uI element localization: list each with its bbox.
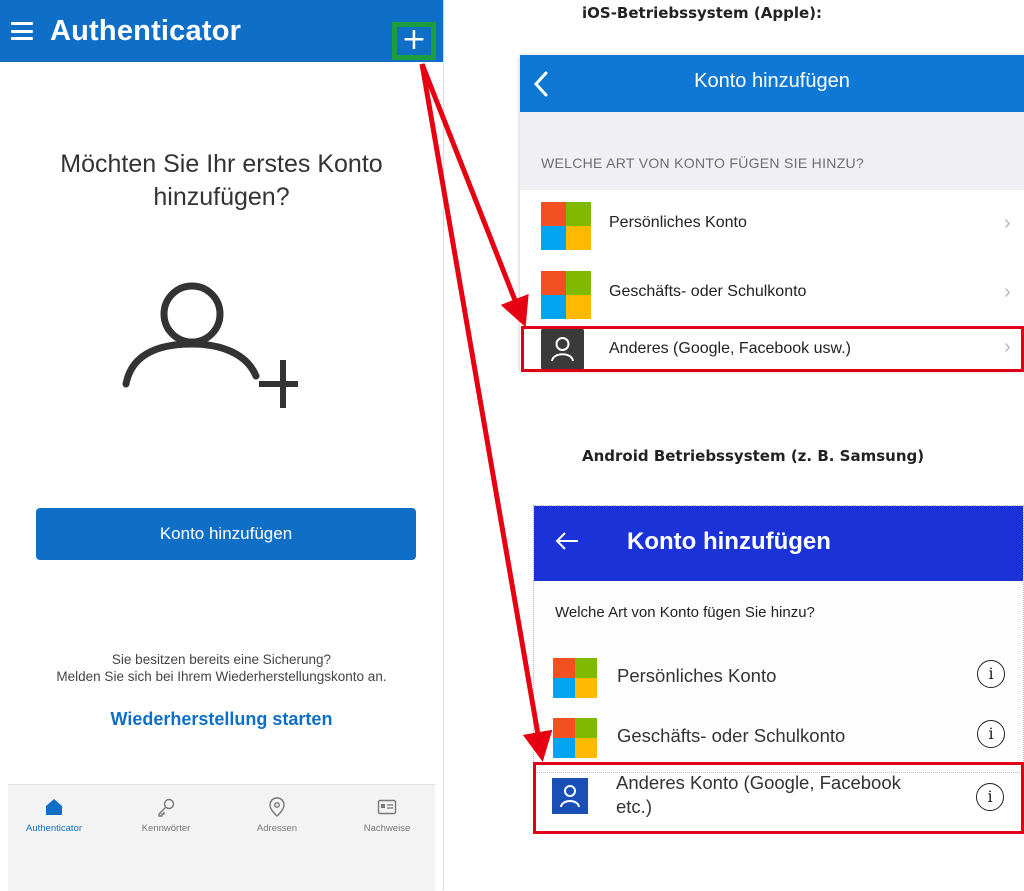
info-icon[interactable]: i (977, 720, 1005, 748)
nav-item-credentials[interactable]: Nachweise (341, 797, 433, 834)
ios-other-account-highlight (521, 326, 1024, 372)
first-account-prompt: Möchten Sie Ihr erstes Konto hinzufügen? (60, 150, 383, 211)
android-row-personal-account[interactable]: Persönliches Konto i (534, 646, 1023, 704)
ios-heading: iOS-Betriebssystem (Apple): (582, 4, 823, 22)
ios-add-account-screen: Konto hinzufügen WELCHE ART VON KONTO FÜ… (520, 55, 1024, 371)
nav-label: Kennwörter (141, 823, 191, 834)
android-row-work-school-account[interactable]: Geschäfts- oder Schulkonto i (534, 706, 1023, 764)
nav-item-addresses[interactable]: Adressen (231, 797, 323, 834)
app-header: Authenticator + (0, 0, 443, 62)
add-user-icon (122, 282, 298, 408)
hamburger-menu-icon[interactable] (11, 22, 33, 40)
app-title: Authenticator (50, 15, 242, 47)
row-label: Geschäfts- oder Schulkonto (617, 725, 846, 746)
ios-row-personal-account[interactable]: Persönliches Konto › (520, 190, 1024, 260)
backup-line-1: Sie besitzen bereits eine Sicherung? (111, 652, 332, 667)
nav-item-authenticator[interactable]: Authenticator (8, 797, 100, 834)
chevron-right-icon: › (1004, 212, 1011, 234)
microsoft-logo-icon (541, 271, 591, 319)
android-header: Konto hinzufügen (534, 506, 1023, 581)
bottom-navigation: Authenticator Kennwörter Adressen Nachwe… (8, 784, 435, 891)
backup-info: Sie besitzen bereits eine Sicherung? Mel… (10, 651, 433, 685)
nav-item-passwords[interactable]: Kennwörter (120, 797, 212, 834)
back-arrow-icon[interactable] (554, 530, 580, 552)
row-label: Persönliches Konto (609, 214, 747, 231)
home-icon (46, 799, 62, 815)
row-label: Persönliches Konto (617, 665, 777, 686)
chevron-right-icon: › (1004, 281, 1011, 303)
android-other-account-highlight (533, 762, 1024, 834)
key-icon (158, 798, 175, 817)
android-title: Konto hinzufügen (627, 528, 831, 555)
nav-label: Adressen (256, 823, 298, 834)
ios-row-work-school-account[interactable]: Geschäfts- oder Schulkonto › (520, 259, 1024, 329)
ios-header: Konto hinzufügen (520, 55, 1024, 112)
ios-title: Konto hinzufügen (694, 70, 850, 92)
backup-line-2: Melden Sie sich bei Ihrem Wiederherstell… (56, 669, 387, 684)
ios-section-label: WELCHE ART VON KONTO FÜGEN SIE HINZU? (541, 155, 865, 171)
microsoft-logo-icon (553, 658, 597, 698)
nav-label: Nachweise (363, 823, 411, 834)
start-recovery-link[interactable]: Wiederherstellung starten (10, 709, 433, 730)
location-pin-icon (269, 797, 285, 817)
authenticator-phone-screen: Authenticator + Möchten Sie Ihr erstes K… (0, 0, 444, 891)
nav-label: Authenticator (26, 823, 82, 834)
add-account-button[interactable]: Konto hinzufügen (36, 508, 416, 560)
add-account-plus-button[interactable]: + (392, 22, 436, 60)
android-add-account-screen: Konto hinzufügen Welche Art von Konto fü… (533, 505, 1024, 773)
microsoft-logo-icon (553, 718, 597, 758)
id-card-icon (377, 799, 397, 815)
row-label: Geschäfts- oder Schulkonto (609, 283, 807, 300)
android-heading: Android Betriebssystem (z. B. Samsung) (582, 447, 925, 465)
android-question: Welche Art von Konto fügen Sie hinzu? (555, 604, 815, 621)
microsoft-logo-icon (541, 202, 591, 250)
info-icon[interactable]: i (977, 660, 1005, 688)
